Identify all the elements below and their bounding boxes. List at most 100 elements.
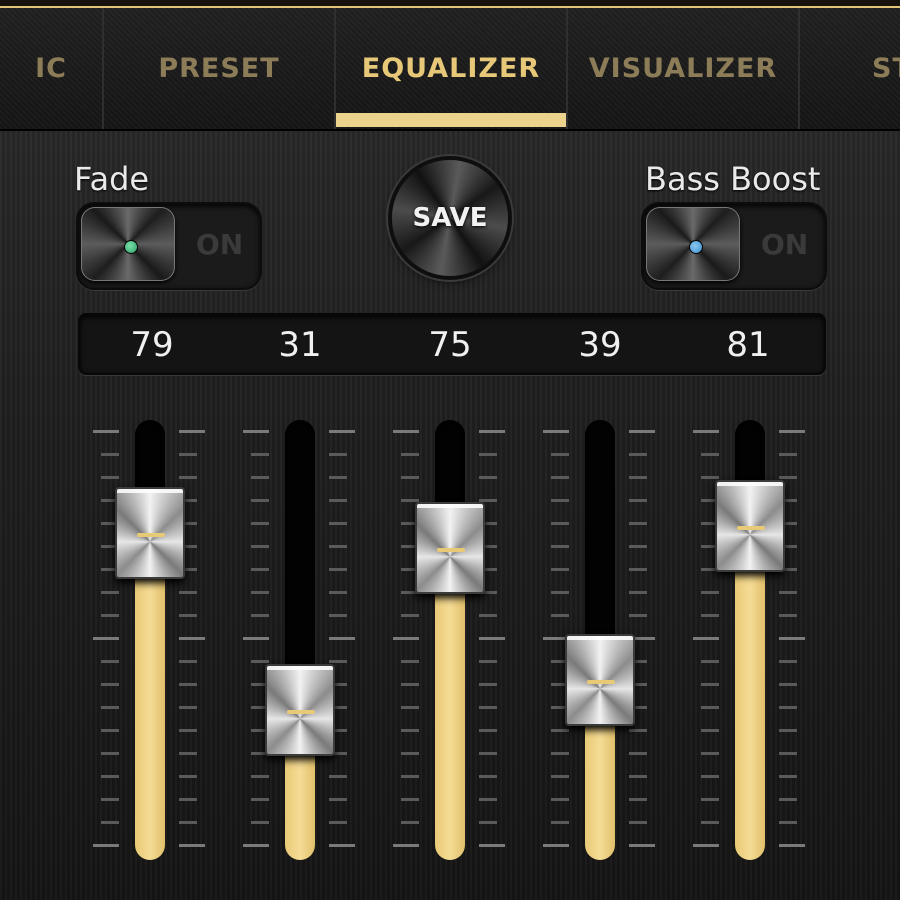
scale-tick (779, 775, 797, 778)
band-3-slider (385, 400, 515, 870)
scale-tick (629, 614, 647, 617)
scale-tick (693, 430, 719, 433)
scale-tick (179, 821, 197, 824)
tab-visualizer[interactable]: VISUALIZER (566, 8, 798, 129)
scale-tick (701, 660, 719, 663)
scale-tick (179, 637, 205, 640)
tab-st[interactable]: ST (798, 8, 900, 129)
scale-tick (629, 430, 655, 433)
slider-track (135, 420, 165, 860)
scale-tick (329, 453, 347, 456)
band-4-value: 39 (578, 325, 622, 365)
fade-toggle[interactable]: ON (76, 202, 262, 290)
bass-boost-toggle[interactable]: ON (641, 202, 827, 290)
scale-tick (101, 798, 119, 801)
band-values-display: 79 31 75 39 81 (78, 313, 826, 375)
scale-tick (779, 430, 805, 433)
slider-thumb[interactable] (115, 487, 185, 580)
scale-tick (401, 706, 419, 709)
band-5-slider (685, 400, 815, 870)
scale-tick (329, 844, 355, 847)
scale-tick (329, 545, 347, 548)
scale-tick (479, 476, 497, 479)
scale-tick (551, 752, 569, 755)
scale-tick (179, 660, 197, 663)
scale-tick (401, 821, 419, 824)
scale-tick (479, 798, 497, 801)
scale-tick (779, 752, 797, 755)
band-1-value: 79 (130, 325, 174, 365)
tab-music[interactable]: IC (0, 8, 102, 129)
scale-tick (779, 614, 797, 617)
scale-tick (93, 637, 119, 640)
scale-tick (101, 752, 119, 755)
fade-label: Fade (74, 160, 150, 198)
scale-tick (779, 844, 805, 847)
scale-tick (629, 522, 647, 525)
scale-tick (479, 775, 497, 778)
scale-tick (693, 844, 719, 847)
scale-tick (479, 453, 497, 456)
scale-tick (629, 499, 647, 502)
scale-tick (629, 752, 647, 755)
save-button[interactable]: SAVE (392, 160, 508, 276)
led-indicator-icon (689, 240, 703, 254)
scale-tick (401, 614, 419, 617)
scale-tick (101, 729, 119, 732)
scale-tick (779, 729, 797, 732)
slider-fill (735, 525, 765, 860)
scale-tick (779, 453, 797, 456)
scale-tick (401, 775, 419, 778)
slider-thumb[interactable] (265, 663, 335, 756)
save-button-label: SAVE (412, 203, 488, 233)
scale-tick (101, 660, 119, 663)
active-tab-indicator (336, 113, 566, 127)
scale-tick (479, 683, 497, 686)
top-accent-line (0, 0, 900, 8)
scale-tick (479, 430, 505, 433)
scale-tick (101, 614, 119, 617)
tab-equalizer[interactable]: EQUALIZER (334, 8, 566, 129)
scale-tick (251, 614, 269, 617)
scale-tick (179, 453, 197, 456)
scale-tick (629, 568, 647, 571)
scale-tick (179, 775, 197, 778)
scale-tick (329, 568, 347, 571)
scale-tick (329, 499, 347, 502)
scale-tick (479, 637, 505, 640)
scale-tick (629, 821, 647, 824)
scale-tick (779, 591, 797, 594)
scale-tick (779, 798, 797, 801)
slider-thumb[interactable] (415, 502, 485, 594)
scale-tick (329, 614, 347, 617)
bass-boost-label: Bass Boost (645, 160, 821, 198)
scale-tick (329, 637, 355, 640)
band-1-slider (85, 400, 215, 870)
scale-tick (251, 476, 269, 479)
scale-tick (251, 568, 269, 571)
slider-fill (435, 548, 465, 860)
scale-tick (629, 591, 647, 594)
scale-tick (251, 798, 269, 801)
tab-preset[interactable]: PRESET (102, 8, 334, 129)
scale-tick (329, 591, 347, 594)
slider-thumb[interactable] (565, 634, 635, 727)
scale-tick (701, 706, 719, 709)
slider-thumb[interactable] (715, 479, 785, 572)
scale-tick (779, 821, 797, 824)
scale-tick (101, 591, 119, 594)
scale-tick (101, 821, 119, 824)
band-2-slider (235, 400, 365, 870)
scale-tick (101, 706, 119, 709)
band-4-slider (535, 400, 665, 870)
scale-tick (93, 430, 119, 433)
scale-tick (401, 660, 419, 663)
slider-track (435, 420, 465, 860)
scale-tick (629, 798, 647, 801)
scale-tick (329, 821, 347, 824)
scale-tick (329, 476, 347, 479)
band-3-value: 75 (428, 325, 472, 365)
scale-tick (701, 775, 719, 778)
thumb-marker (587, 680, 615, 685)
scale-tick (551, 591, 569, 594)
